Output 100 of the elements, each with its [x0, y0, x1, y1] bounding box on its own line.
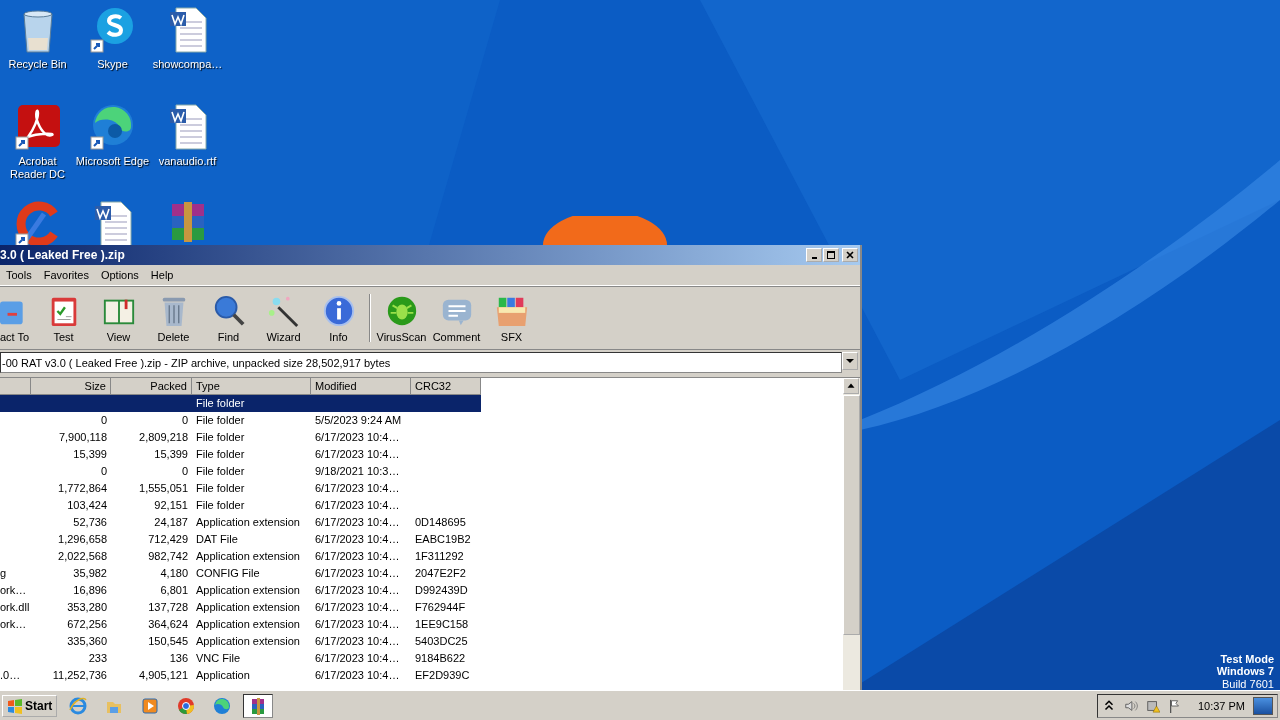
chrome-browser-icon [176, 695, 197, 716]
modified-cell: 6/17/2023 10:4… [315, 431, 400, 443]
toolbar-button[interactable]: Wizard [256, 288, 311, 348]
crc-cell: EF2D939C [415, 669, 470, 681]
column-header[interactable]: Size [31, 378, 111, 395]
minimize-button[interactable] [806, 248, 822, 262]
packed-cell: 15,399 [154, 448, 188, 460]
modified-cell: 6/17/2023 10:4… [315, 584, 400, 596]
crc-cell: F762944F [415, 601, 466, 613]
pdf-reader-icon[interactable] [13, 103, 62, 151]
file-row[interactable]: 1,772,864 1,555,051 File folder 6/17/2023 10:4… [0, 480, 843, 497]
toolbar-button[interactable]: Comment [429, 288, 484, 348]
scrollbar-thumb[interactable] [843, 395, 860, 635]
toolbar-button[interactable]: Delete [146, 288, 201, 348]
file-row[interactable]: 0 0 File folder 5/5/2023 9:24 AM [0, 412, 843, 429]
file-row[interactable]: File folder [0, 395, 481, 412]
packed-cell: 4,905,121 [139, 669, 188, 681]
size-cell: 15,399 [73, 448, 107, 460]
taskbar-app[interactable] [243, 693, 274, 718]
file-row[interactable]: 1,296,658 712,429 DAT File 6/17/2023 10:4… EABC19B2 [0, 531, 843, 548]
modified-cell: 6/17/2023 10:4… [315, 601, 400, 613]
size-cell: 0 [100, 465, 107, 477]
type-cell: Application [196, 669, 250, 681]
size-cell: 1,296,658 [58, 533, 107, 545]
modified-cell: 9/18/2021 10:3… [315, 465, 400, 477]
type-cell: File folder [196, 431, 245, 443]
desktop-icon-label[interactable]: Recycle Bin [8, 58, 67, 71]
desktop-icon-label[interactable]: Microsoft Edge [75, 155, 150, 168]
desktop-icon-label[interactable]: Acrobat Reader DC [0, 155, 75, 181]
toolbar-button[interactable]: Find [201, 288, 256, 348]
file-row[interactable]: g 35,982 4,180 CONFIG File 6/17/2023 10:4… 2047E2F2 [0, 565, 843, 582]
type-cell: File folder [196, 499, 245, 511]
menu-item[interactable]: Tools [0, 269, 38, 281]
crc-cell: 2047E2F2 [415, 567, 466, 579]
type-cell: Application extension [196, 618, 300, 630]
file-row[interactable]: 7,900,118 2,809,218 File folder 6/17/2023 10:4… [0, 429, 843, 446]
type-cell: File folder [196, 414, 245, 426]
type-cell: Application extension [196, 516, 300, 528]
packed-cell: 712,429 [148, 533, 188, 545]
clock-time[interactable]: 10:37 PM [1197, 699, 1245, 712]
dropdown-button[interactable] [842, 352, 858, 370]
column-header[interactable]: Type [192, 378, 311, 395]
column-header[interactable]: Packed [111, 378, 192, 395]
file-row[interactable]: ork… 672,256 364,624 Application extension 6/17/2023 10:4… 1EE9C158 [0, 616, 843, 633]
menu-item[interactable]: Favorites [37, 269, 95, 281]
toolbar-button[interactable]: act To [0, 288, 36, 348]
toolbar-button[interactable]: Test [36, 288, 91, 348]
file-name: ork… [0, 618, 27, 630]
type-cell: DAT File [196, 533, 238, 545]
desktop-icon-label[interactable]: vanaudio.rtf [158, 155, 217, 168]
size-cell: 2,022,568 [58, 550, 107, 562]
caret-icon [846, 358, 854, 364]
maximize-button[interactable] [823, 248, 839, 262]
file-row[interactable]: 15,399 15,399 File folder 6/17/2023 10:4… [0, 446, 843, 463]
scroll-up-icon[interactable] [843, 378, 859, 394]
type-cell: CONFIG File [196, 567, 260, 579]
network-warning-icon[interactable] [1145, 698, 1160, 713]
start-button[interactable]: Start [2, 694, 58, 717]
close-button[interactable] [842, 248, 858, 262]
window-title: 3.0 ( Leaked Free ).zip [0, 248, 125, 262]
column-header[interactable]: CRC32 [411, 378, 481, 395]
type-cell: VNC File [196, 652, 240, 664]
crc-cell: 1F311292 [415, 550, 464, 562]
file-row[interactable]: 0 0 File folder 9/18/2021 10:3… [0, 463, 843, 480]
windows-logo-icon [7, 697, 23, 714]
show-desktop-button[interactable] [1253, 696, 1273, 715]
scrollbar[interactable] [843, 378, 860, 690]
file-row[interactable]: ork.dll 353,280 137,728 Application extension 6/17/2023 10:4… F762944F [0, 599, 843, 616]
desktop-icon-label[interactable]: Skype [97, 58, 128, 71]
os-notice-text: Build 7601 [1222, 677, 1274, 690]
toolbar-button[interactable]: VirusScan [374, 288, 429, 348]
modified-cell: 6/17/2023 10:4… [315, 550, 400, 562]
os-notice-text: Windows 7 [1216, 665, 1274, 678]
modified-cell: 5/5/2023 9:24 AM [315, 414, 402, 426]
file-row[interactable]: 103,424 92,151 File folder 6/17/2023 10:4… [0, 497, 843, 514]
speaker-icon[interactable] [1123, 698, 1138, 713]
file-row[interactable]: ork… 16,896 6,801 Application extension 6/17/2023 10:4… D992439D [0, 582, 843, 599]
menu-item[interactable]: Help [144, 269, 180, 281]
packed-cell: 24,187 [154, 516, 188, 528]
packed-cell: 1,555,051 [139, 482, 188, 494]
menu-item[interactable]: Options [94, 269, 145, 281]
minimize-icon [811, 257, 817, 259]
file-row[interactable]: 233 136 VNC File 6/17/2023 10:4… 9184B622 [0, 650, 843, 667]
column-header[interactable]: Modified [311, 378, 411, 395]
flag-icon[interactable] [1167, 698, 1182, 713]
file-row[interactable]: 335,360 150,545 Application extension 6/17/2023 10:4… 5403DC25 [0, 633, 843, 650]
size-cell: 1,772,864 [58, 482, 107, 494]
file-row[interactable]: .0… 11,252,736 4,905,121 Application 6/17/2023 10:4… EF2D939C [0, 667, 843, 684]
desktop-icon-label[interactable]: showcompa… [152, 58, 223, 71]
packed-cell: 0 [181, 465, 188, 477]
file-row[interactable]: 52,736 24,187 Application extension 6/17/2023 10:4… 0D148695 [0, 514, 843, 531]
toolbar-button[interactable]: SFX [484, 288, 539, 348]
size-cell: 103,424 [67, 499, 107, 511]
toolbar-button[interactable]: View [91, 288, 146, 348]
os-notice-text: Test Mode [1220, 652, 1274, 665]
modified-cell: 6/17/2023 10:4… [315, 669, 400, 681]
file-name: .0… [0, 669, 21, 681]
file-row[interactable]: 2,022,568 982,742 Application extension 6/17/2023 10:4… 1F311292 [0, 548, 843, 565]
toolbar-button[interactable]: Info [311, 288, 366, 348]
address-field[interactable]: -00 RAT v3.0 ( Leaked Free ).zip - ZIP archive, unpacked size 28,502,917 bytes [0, 352, 842, 373]
